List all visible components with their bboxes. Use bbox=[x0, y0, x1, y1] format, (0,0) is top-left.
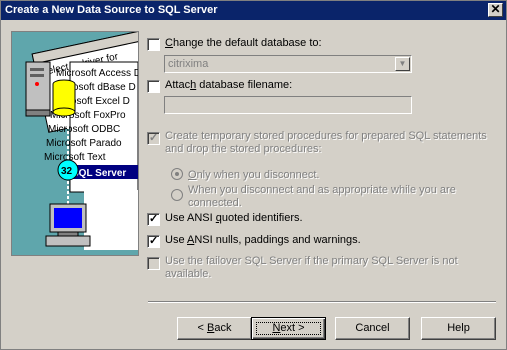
window-title: Create a New Data Source to SQL Server bbox=[5, 4, 218, 16]
radio-selected-dot bbox=[175, 172, 179, 176]
chevron-down-icon[interactable]: ▼ bbox=[395, 57, 410, 71]
back-button[interactable]: < Back bbox=[177, 317, 252, 340]
radio-appropriate-label-line1[interactable]: When you disconnect and as appropriate w… bbox=[188, 184, 456, 196]
ansi-quoted-label[interactable]: Use ANSI quoted identifiers. bbox=[165, 212, 303, 224]
illus-driver-0: Microsoft Access D bbox=[56, 68, 139, 79]
ansi-nulls-checkbox[interactable]: ✓ bbox=[147, 235, 160, 248]
button-separator bbox=[148, 301, 496, 303]
illus-driver-6: Microsoft Text bbox=[44, 152, 106, 163]
failover-checkbox[interactable] bbox=[147, 257, 160, 270]
attach-db-filename-input[interactable] bbox=[164, 96, 412, 114]
dialog-window: Create a New Data Source to SQL Server ✕… bbox=[0, 0, 507, 350]
badge-text: 32 bbox=[61, 166, 73, 177]
create-temp-sp-label-line1: Create temporary stored procedures for p… bbox=[165, 130, 487, 142]
illus-driver-5: Microsoft Parado bbox=[46, 138, 122, 149]
illus-driver-selected: SQL Server bbox=[72, 168, 126, 179]
checkmark-icon: ✓ bbox=[149, 213, 159, 225]
default-db-combobox[interactable]: citrixima ▼ bbox=[164, 55, 412, 73]
change-default-db-checkbox[interactable] bbox=[147, 38, 160, 51]
computer-icon bbox=[54, 208, 82, 228]
focus-rect bbox=[256, 322, 321, 335]
attach-db-checkbox[interactable] bbox=[147, 80, 160, 93]
checkmark-icon: ✓ bbox=[149, 132, 159, 144]
illustration-graphic: Select a driver for Microsoft Access D M… bbox=[25, 32, 139, 250]
radio-disconnect-appropriate[interactable] bbox=[171, 189, 183, 201]
change-default-db-label[interactable]: Change the default database to: bbox=[165, 37, 322, 49]
ansi-quoted-checkbox[interactable]: ✓ bbox=[147, 213, 160, 226]
default-db-value: citrixima bbox=[168, 58, 209, 70]
close-icon: ✕ bbox=[490, 2, 501, 16]
create-temp-sp-checkbox[interactable]: ✓ bbox=[147, 132, 160, 145]
radio-only-disconnect-label[interactable]: Only when you disconnect. bbox=[188, 169, 319, 181]
ansi-nulls-label[interactable]: Use ANSI nulls, paddings and warnings. bbox=[165, 234, 361, 246]
failover-label-line1: Use the failover SQL Server if the prima… bbox=[165, 255, 458, 267]
attach-db-label[interactable]: Attach database filename: bbox=[165, 79, 292, 91]
close-button[interactable]: ✕ bbox=[488, 3, 503, 17]
wizard-illustration: Select a driver for Microsoft Access D M… bbox=[11, 31, 139, 256]
cancel-button[interactable]: Cancel bbox=[335, 317, 410, 340]
radio-appropriate-label-line2: connected. bbox=[188, 197, 242, 209]
create-temp-sp-label-line2: and drop the stored procedures: bbox=[165, 143, 322, 155]
radio-only-disconnect[interactable] bbox=[171, 168, 183, 180]
title-bar[interactable]: Create a New Data Source to SQL Server ✕ bbox=[1, 1, 506, 20]
illus-driver-4: Microsoft ODBC bbox=[48, 124, 120, 135]
failover-label-line2: available. bbox=[165, 268, 212, 280]
help-button[interactable]: Help bbox=[421, 317, 496, 340]
checkmark-icon: ✓ bbox=[149, 235, 159, 247]
database-icon bbox=[52, 107, 76, 117]
next-button[interactable]: Next > bbox=[251, 317, 326, 340]
